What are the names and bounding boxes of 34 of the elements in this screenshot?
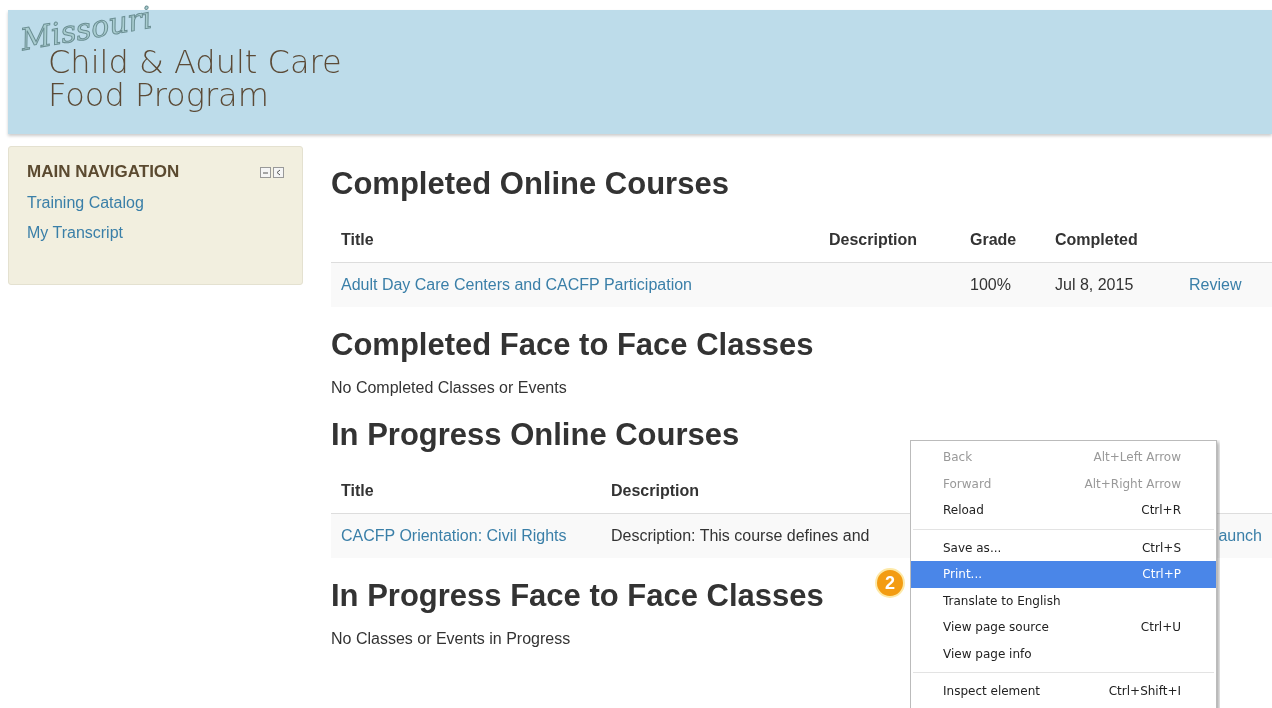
date-cell: Jul 8, 2015 (1055, 276, 1134, 294)
menu-item[interactable]: Translate to English (911, 587, 1216, 614)
logo-title-text: Food Program (48, 79, 269, 112)
section-heading: In Progress Online Courses (331, 417, 740, 453)
step-badge: 2 (875, 568, 905, 598)
collapse-icon[interactable] (273, 166, 284, 178)
sidebar-link[interactable]: Training Catalog (27, 194, 144, 212)
section-heading: Completed Face to Face Classes (331, 327, 814, 363)
menu-item[interactable]: Reload Ctrl+R (911, 497, 1216, 524)
description-cell: Description: This course defines and (611, 527, 870, 545)
column-header: Completed (1055, 231, 1138, 249)
menu-item[interactable]: Inspect element Ctrl+Shift+I (911, 678, 1216, 705)
column-header: Description (611, 482, 699, 500)
empty-message: No Completed Classes or Events (331, 379, 567, 397)
grade-cell: 100% (970, 276, 1011, 294)
section-heading: Completed Online Courses (331, 166, 729, 202)
menu-item[interactable]: Print... Ctrl+P (911, 561, 1216, 588)
logo-title-text: Child & Adult Care (48, 46, 342, 79)
menu-item[interactable]: Save as... Ctrl+S (911, 534, 1216, 561)
action-link[interactable]: Review (1189, 276, 1242, 294)
minimize-icon[interactable] (260, 166, 271, 178)
column-header: Grade (970, 231, 1017, 249)
column-header: Title (341, 482, 374, 500)
empty-message: No Classes or Events in Progress (331, 630, 571, 648)
course-link[interactable]: Adult Day Care Centers and CACFP Participation (341, 276, 829, 294)
column-header: Title (341, 231, 374, 249)
menu-item[interactable]: View page info (911, 640, 1216, 667)
section-heading: In Progress Face to Face Classes (331, 578, 824, 614)
sidebar-link[interactable]: My Transcript (27, 224, 123, 242)
menu-item[interactable]: View page source Ctrl+U (911, 614, 1216, 641)
column-header: Description (829, 231, 917, 249)
action-link[interactable]: aunch (1218, 527, 1262, 545)
course-link[interactable]: CACFP Orientation: Civil Rights (341, 527, 611, 545)
sidebar-title: MAIN NAVIGATION (27, 162, 180, 182)
